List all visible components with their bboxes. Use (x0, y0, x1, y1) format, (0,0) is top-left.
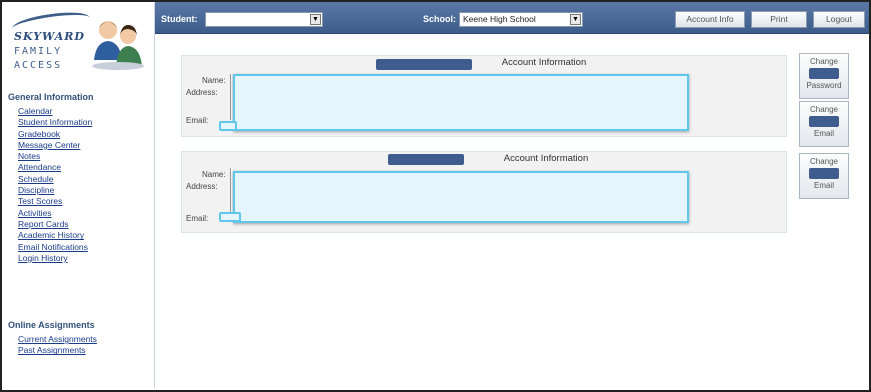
address-label: Address: (186, 88, 218, 97)
sidebar: SKYWARD FAMILY ACCESS General Informatio… (2, 2, 155, 388)
redacted-label (809, 116, 839, 127)
list-item[interactable]: Message Center (18, 140, 92, 151)
school-label: School: (423, 14, 456, 24)
list-item[interactable]: Past Assignments (18, 345, 97, 356)
list-item[interactable]: Login History (18, 253, 92, 264)
change-email-button-1[interactable]: Change Email (799, 101, 849, 147)
name-label: Name: (202, 170, 226, 179)
button-label-bottom: Password (806, 81, 842, 90)
email-label: Email: (186, 116, 209, 125)
field-value-edge (230, 74, 232, 120)
print-button[interactable]: Print (751, 11, 807, 28)
change-password-button[interactable]: Change Password (799, 53, 849, 99)
top-bar: Student: ▼ School: Keene High School ▼ A… (155, 2, 869, 34)
student-label: Student: (161, 14, 198, 24)
list-item[interactable]: Academic History (18, 230, 92, 241)
redacted-account-details (233, 171, 689, 223)
button-label-top: Change (809, 157, 839, 166)
school-select-value: Keene High School (463, 14, 536, 24)
nav-link-report-cards[interactable]: Report Cards (18, 219, 69, 229)
email-label: Email: (186, 214, 209, 223)
logo-brand: SKYWARD (14, 30, 85, 43)
panel-title: Account Information (503, 153, 589, 164)
general-information-title: General Information (8, 92, 94, 102)
chevron-down-icon[interactable]: ▼ (310, 14, 321, 25)
online-assignments-title: Online Assignments (8, 320, 95, 330)
nav-link-notes[interactable]: Notes (18, 151, 40, 161)
redacted-email-value (219, 121, 237, 131)
list-item[interactable]: Activities (18, 208, 92, 219)
logo-access: ACCESS (14, 60, 63, 71)
skyward-logo: SKYWARD FAMILY ACCESS (8, 8, 148, 78)
online-assignments-list: Current Assignments Past Assignments (18, 334, 97, 357)
list-item[interactable]: Calendar (18, 106, 92, 117)
student-select[interactable]: ▼ (205, 12, 323, 27)
button-label-bottom: Email (813, 181, 834, 190)
nav-link-message-center[interactable]: Message Center (18, 140, 80, 150)
nav-link-attendance[interactable]: Attendance (18, 162, 61, 172)
list-item[interactable]: Attendance (18, 162, 92, 173)
nav-link-discipline[interactable]: Discipline (18, 185, 54, 195)
nav-link-academic-history[interactable]: Academic History (18, 230, 84, 240)
school-select[interactable]: Keene High School ▼ (459, 12, 583, 27)
logo-family: FAMILY (14, 46, 63, 57)
nav-link-login-history[interactable]: Login History (18, 253, 68, 263)
list-item[interactable]: Student Information (18, 117, 92, 128)
nav-link-test-scores[interactable]: Test Scores (18, 196, 62, 206)
chevron-down-icon[interactable]: ▼ (570, 14, 581, 25)
nav-link-email-notifications[interactable]: Email Notifications (18, 242, 88, 252)
nav-link-current-assignments[interactable]: Current Assignments (18, 334, 97, 344)
button-label-top: Change (809, 105, 839, 114)
redacted-email-value (219, 212, 241, 222)
list-item[interactable]: Gradebook (18, 129, 92, 140)
list-item[interactable]: Report Cards (18, 219, 92, 230)
list-item[interactable]: Schedule (18, 174, 92, 185)
button-label-bottom: Email (813, 129, 834, 138)
list-item[interactable]: Discipline (18, 185, 92, 196)
nav-link-student-information[interactable]: Student Information (18, 117, 92, 127)
nav-link-calendar[interactable]: Calendar (18, 106, 53, 116)
list-item[interactable]: Current Assignments (18, 334, 97, 345)
list-item[interactable]: Test Scores (18, 196, 92, 207)
change-email-button-2[interactable]: Change Email (799, 153, 849, 199)
redacted-label (809, 68, 839, 79)
logout-button[interactable]: Logout (813, 11, 865, 28)
nav-link-schedule[interactable]: Schedule (18, 174, 53, 184)
list-item[interactable]: Notes (18, 151, 92, 162)
family-people-icon (90, 16, 146, 72)
redacted-account-details (233, 74, 689, 131)
panel-title: Account Information (501, 57, 587, 68)
address-label: Address: (186, 182, 218, 191)
name-label: Name: (202, 76, 226, 85)
general-information-list: Calendar Student Information Gradebook M… (18, 106, 92, 264)
list-item[interactable]: Email Notifications (18, 242, 92, 253)
nav-link-activities[interactable]: Activities (18, 208, 52, 218)
main-content: Account Information Name: Address: Email… (155, 35, 869, 388)
nav-link-gradebook[interactable]: Gradebook (18, 129, 60, 139)
account-info-button[interactable]: Account Info (675, 11, 745, 28)
nav-link-past-assignments[interactable]: Past Assignments (18, 345, 86, 355)
redacted-label (809, 168, 839, 179)
button-label-top: Change (809, 57, 839, 66)
